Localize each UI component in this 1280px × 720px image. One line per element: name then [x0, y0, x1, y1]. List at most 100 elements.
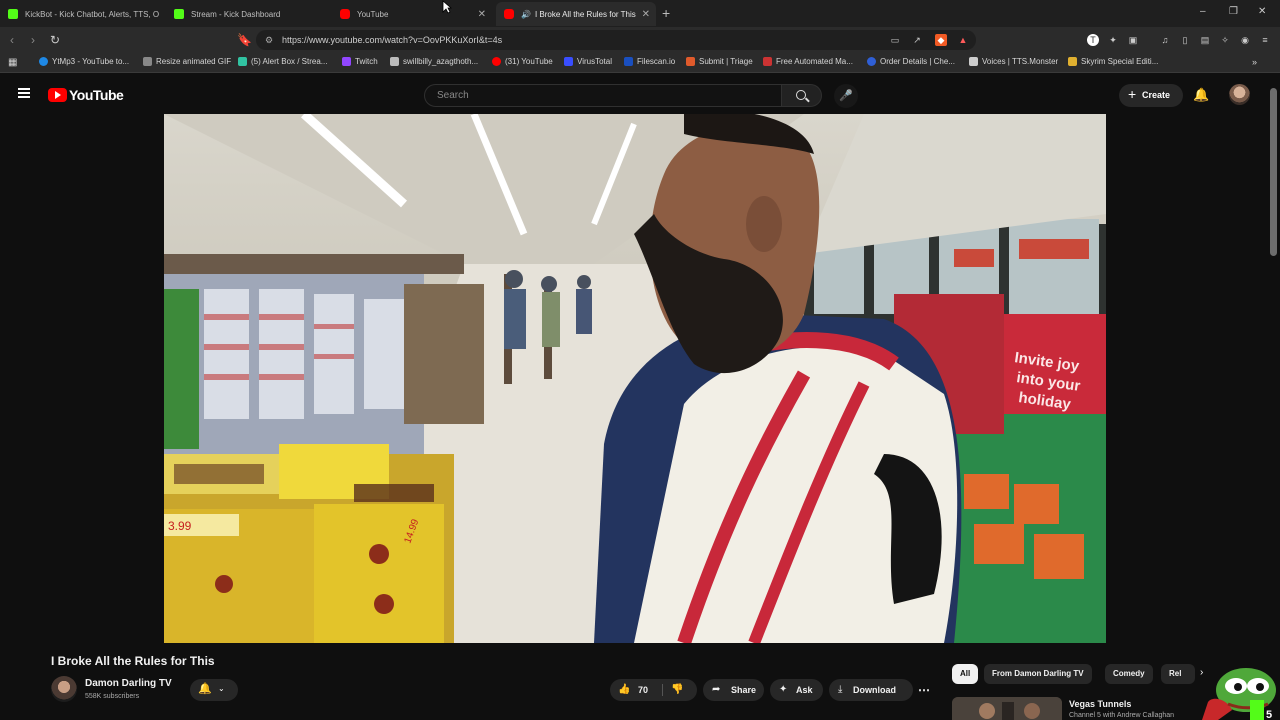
thumbs-down-icon[interactable]: 👎 [671, 679, 683, 701]
youtube-logo[interactable]: YouTube [48, 87, 124, 103]
tab-video[interactable]: 🔊 I Broke All the Rules for This ✕ [496, 2, 656, 26]
chevron-down-icon: ⌄ [218, 684, 225, 693]
menu-icon[interactable]: ≡ [1259, 34, 1271, 46]
bookmark-favicon-icon [624, 57, 633, 66]
more-bookmarks-icon[interactable]: » [1252, 57, 1257, 67]
channel-avatar[interactable] [51, 676, 77, 702]
video-title: I Broke All the Rules for This [51, 654, 215, 668]
create-button[interactable]: Create [1119, 83, 1183, 107]
vpn-icon[interactable]: ◉ [1239, 34, 1251, 46]
download-icon: ⤓ [838, 684, 843, 695]
mouse-cursor-icon [442, 0, 452, 14]
bookmark-favicon-icon [867, 57, 876, 66]
search-input[interactable]: Search [424, 84, 782, 107]
wallet-icon[interactable]: ▤ [1199, 34, 1211, 46]
close-icon[interactable]: ✕ [642, 9, 650, 20]
subscriber-count: 558K subscribers [85, 693, 140, 700]
share-page-icon[interactable]: ↗ [911, 34, 923, 46]
bookmark-item[interactable]: Skyrim Special Editi... [1068, 57, 1158, 66]
reload-icon[interactable]: ↻ [50, 33, 60, 47]
bookmark-label: Twitch [355, 57, 378, 66]
chip-comedy[interactable]: Comedy [1105, 664, 1153, 684]
extensions-puzzle-icon[interactable]: ✦ [1107, 34, 1119, 46]
bookmark-item[interactable]: Resize animated GIF [143, 57, 231, 66]
bookmark-item[interactable]: (31) YouTube [492, 57, 553, 66]
window-close-icon[interactable]: ✕ [1258, 6, 1266, 17]
bookmark-favicon-icon [390, 57, 399, 66]
minimize-icon[interactable]: – [1200, 6, 1206, 17]
media-icon[interactable]: ♫ [1159, 34, 1171, 46]
bookmark-item[interactable]: Order Details | Che... [867, 57, 955, 66]
tab-label: Stream - Kick Dashboard [191, 9, 281, 19]
forward-icon[interactable]: › [31, 33, 35, 47]
video-player[interactable]: 3.99 14.99 Invite joy into your holiday [164, 114, 1106, 643]
new-tab-button[interactable]: + [662, 5, 670, 21]
price-sign-text: 3.99 [168, 519, 192, 533]
notifications-bell-icon[interactable]: 🔔 [1193, 87, 1209, 103]
bookmark-label: swillbilly_azagthoth... [403, 57, 479, 66]
browser-tab-bar: KickBot - Kick Chatbot, Alerts, TTS, O S… [0, 0, 1280, 27]
bookmark-item[interactable]: Free Automated Ma... [763, 57, 853, 66]
leo-icon[interactable]: ✧ [1219, 34, 1231, 46]
sidebar-icon[interactable]: ▯ [1179, 34, 1191, 46]
share-label: Share [731, 685, 757, 695]
screenshot-icon[interactable]: ▣ [1127, 34, 1139, 46]
bookmark-item[interactable]: Submit | Triage [686, 57, 753, 66]
apps-grid-icon[interactable]: ▦ [8, 57, 17, 68]
bookmark-label: Skyrim Special Editi... [1081, 57, 1159, 66]
bookmark-favicon-icon [492, 57, 501, 66]
bookmark-item[interactable]: Filescan.io [624, 57, 675, 66]
brave-rewards-icon[interactable]: ▲ [957, 34, 969, 46]
svg-text:5: 5 [1266, 709, 1272, 720]
tab-label: I Broke All the Rules for This [534, 9, 636, 19]
bookmark-label: Free Automated Ma... [776, 57, 853, 66]
thumbs-up-icon[interactable]: 👍 [618, 679, 630, 701]
download-label: Download [853, 685, 896, 695]
bookmark-item[interactable]: VirusTotal [564, 57, 612, 66]
page-scrollbar[interactable] [1270, 88, 1277, 256]
create-label: Create [1142, 90, 1171, 100]
recommended-title[interactable]: Vegas Tunnels [1069, 699, 1131, 709]
more-actions-icon[interactable]: ⋯ [913, 679, 935, 701]
bookmark-item[interactable]: swillbilly_azagthoth... [390, 57, 478, 66]
kick-icon [174, 9, 184, 19]
bookmark-label: Order Details | Che... [880, 57, 955, 66]
url-input[interactable]: ⚙ https://www.youtube.com/watch?v=OovPKK… [256, 30, 976, 50]
account-avatar[interactable] [1229, 84, 1250, 105]
thumbnail-image [952, 697, 1062, 720]
channel-name[interactable]: Damon Darling TV [85, 678, 172, 689]
menu-hamburger-icon[interactable] [18, 88, 30, 98]
bookmark-item[interactable]: (5) Alert Box / Strea... [238, 57, 327, 66]
bookmark-icon[interactable]: 🔖 [237, 33, 252, 47]
ask-button[interactable]: ✦ Ask [770, 679, 823, 701]
download-button[interactable]: ⤓ Download [829, 679, 913, 701]
bookmark-label: Submit | Triage [699, 57, 753, 66]
close-icon[interactable]: ✕ [478, 9, 486, 20]
recommended-thumbnail[interactable] [952, 697, 1062, 720]
chip-from-channel[interactable]: From Damon Darling TV [984, 664, 1092, 684]
chip-all[interactable]: All [952, 664, 979, 684]
youtube-header: YouTube Search 🎤 Create 🔔 [0, 74, 1280, 116]
bookmark-item[interactable]: Voices | TTS.Monster [969, 57, 1058, 66]
sparkle-icon: ✦ [779, 684, 788, 695]
extension-icon[interactable]: T [1087, 34, 1099, 46]
share-arrow-icon: ➦ [712, 684, 721, 695]
site-info-icon[interactable]: ⚙ [265, 30, 273, 50]
microphone-icon[interactable]: 🎤 [834, 84, 858, 108]
search-icon[interactable] [781, 84, 822, 107]
bookmark-label: Voices | TTS.Monster [982, 57, 1059, 66]
chip-related[interactable]: Rel [1161, 664, 1195, 684]
back-icon[interactable]: ‹ [10, 33, 14, 47]
tab-youtube[interactable]: YouTube ✕ [332, 2, 492, 26]
bookmark-favicon-icon [564, 57, 573, 66]
tab-kickbot[interactable]: KickBot - Kick Chatbot, Alerts, TTS, O [0, 2, 164, 26]
cast-icon[interactable]: ▭ [889, 34, 901, 46]
bookmark-item[interactable]: Twitch [342, 57, 378, 66]
like-count: 70 [638, 685, 649, 695]
subscribed-button[interactable]: 🔔 ⌄ [190, 679, 238, 701]
share-button[interactable]: ➦ Share [703, 679, 764, 701]
maximize-icon[interactable]: ❐ [1229, 6, 1238, 17]
brave-shield-icon[interactable]: ◆ [935, 34, 947, 46]
tab-kick-dashboard[interactable]: Stream - Kick Dashboard [166, 2, 330, 26]
bookmark-item[interactable]: YtMp3 - YouTube to... [39, 57, 129, 66]
